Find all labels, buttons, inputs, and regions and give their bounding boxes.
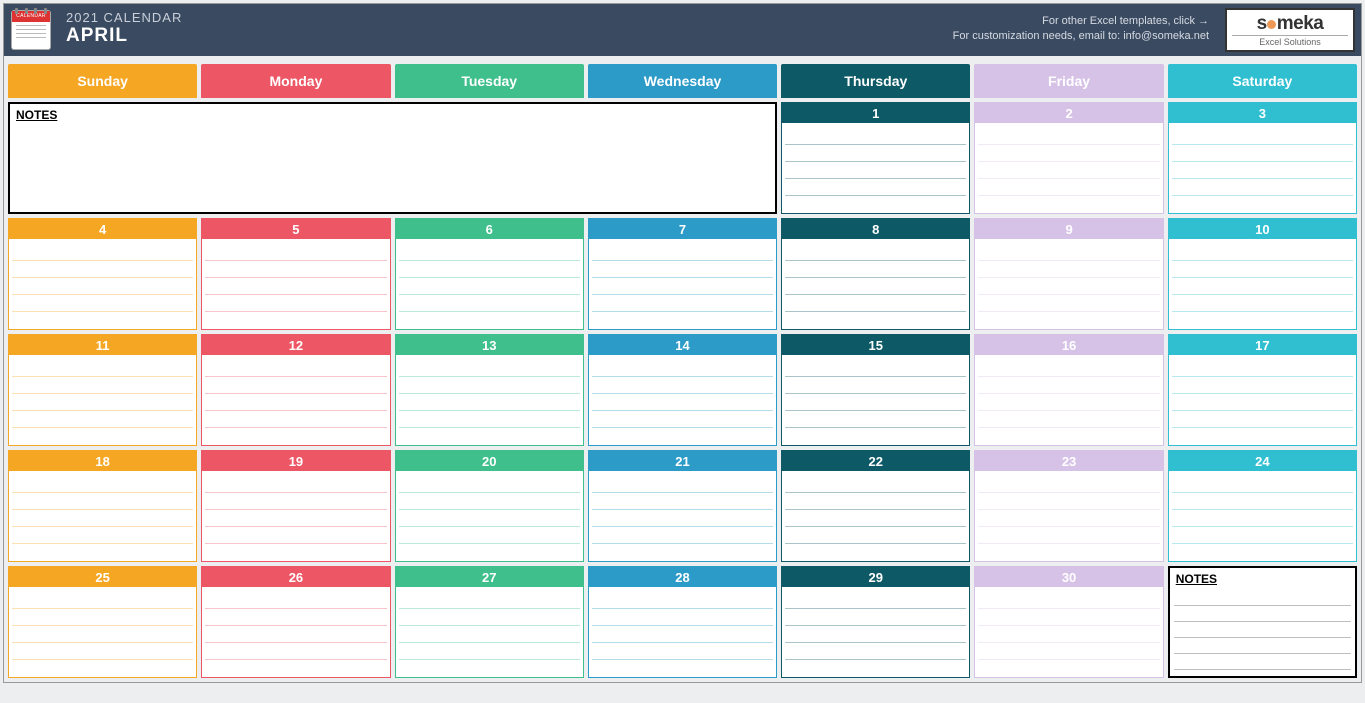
day-number: 4 [9,219,196,239]
calendar-day-24[interactable]: 24 [1168,450,1357,562]
logo-text: smeka [1257,13,1324,34]
calendar-day-12[interactable]: 12 [201,334,390,446]
calendar-day-18[interactable]: 18 [8,450,197,562]
calendar-day-2[interactable]: 2 [974,102,1163,214]
calendar-day-8[interactable]: 8 [781,218,970,330]
calendar-day-21[interactable]: 21 [588,450,777,562]
day-number: 30 [975,567,1162,587]
day-number: 11 [9,335,196,355]
weekday-header-saturday: Saturday [1168,64,1357,98]
templates-link[interactable]: For other Excel templates, click → [953,14,1209,29]
calendar-day-28[interactable]: 28 [588,566,777,678]
notes-area-top[interactable]: NOTES [8,102,777,214]
calendar-day-16[interactable]: 16 [974,334,1163,446]
day-number: 25 [9,567,196,587]
calendar-day-15[interactable]: 15 [781,334,970,446]
weekday-header-friday: Friday [974,64,1163,98]
day-number: 21 [589,451,776,471]
calendar-day-5[interactable]: 5 [201,218,390,330]
day-number: 13 [396,335,583,355]
day-number: 8 [782,219,969,239]
weekday-header-sunday: Sunday [8,64,197,98]
day-number: 10 [1169,219,1356,239]
logo-subtitle: Excel Solutions [1232,35,1348,47]
day-number: 29 [782,567,969,587]
calendar-day-10[interactable]: 10 [1168,218,1357,330]
weekday-header-thursday: Thursday [781,64,970,98]
day-number: 26 [202,567,389,587]
day-number: 6 [396,219,583,239]
day-number: 3 [1169,103,1356,123]
day-number: 2 [975,103,1162,123]
weekday-header-wednesday: Wednesday [588,64,777,98]
calendar-day-23[interactable]: 23 [974,450,1163,562]
calendar-day-27[interactable]: 27 [395,566,584,678]
day-number: 27 [396,567,583,587]
day-number: 17 [1169,335,1356,355]
day-number: 7 [589,219,776,239]
calendar-day-25[interactable]: 25 [8,566,197,678]
calendar-day-13[interactable]: 13 [395,334,584,446]
calendar-day-26[interactable]: 26 [201,566,390,678]
calendar-month-label: APRIL [66,25,182,47]
calendar-day-9[interactable]: 9 [974,218,1163,330]
day-number: 23 [975,451,1162,471]
calendar-day-4[interactable]: 4 [8,218,197,330]
day-number: 20 [396,451,583,471]
calendar-day-1[interactable]: 1 [781,102,970,214]
notes-area-bottom[interactable]: NOTES [1168,566,1357,678]
day-number: 28 [589,567,776,587]
day-number: 16 [975,335,1162,355]
calendar-day-7[interactable]: 7 [588,218,777,330]
calendar-grid: NOTES12345678910111213141516171819202122… [4,98,1361,682]
calendar-day-29[interactable]: 29 [781,566,970,678]
calendar-day-30[interactable]: 30 [974,566,1163,678]
day-number: 24 [1169,451,1356,471]
calendar-day-6[interactable]: 6 [395,218,584,330]
customization-email[interactable]: For customization needs, email to: info@… [953,29,1209,44]
day-number: 12 [202,335,389,355]
someka-logo[interactable]: smeka Excel Solutions [1225,8,1355,52]
calendar-day-22[interactable]: 22 [781,450,970,562]
weekday-header-row: SundayMondayTuesdayWednesdayThursdayFrid… [4,64,1361,98]
header-bar: 2021 CALENDAR APRIL For other Excel temp… [4,4,1361,56]
day-number: 15 [782,335,969,355]
day-number: 18 [9,451,196,471]
calendar-day-3[interactable]: 3 [1168,102,1357,214]
calendar-day-19[interactable]: 19 [201,450,390,562]
day-number: 19 [202,451,389,471]
notes-label: NOTES [10,104,775,126]
day-number: 9 [975,219,1162,239]
calendar-icon [4,4,58,56]
calendar-day-20[interactable]: 20 [395,450,584,562]
calendar-day-17[interactable]: 17 [1168,334,1357,446]
notes-label: NOTES [1170,568,1355,590]
day-number: 22 [782,451,969,471]
weekday-header-monday: Monday [201,64,390,98]
calendar-year-label: 2021 CALENDAR [66,10,182,25]
weekday-header-tuesday: Tuesday [395,64,584,98]
day-number: 5 [202,219,389,239]
title-block: 2021 CALENDAR APRIL [58,4,190,56]
calendar-template: 2021 CALENDAR APRIL For other Excel temp… [3,3,1362,683]
calendar-day-14[interactable]: 14 [588,334,777,446]
day-number: 1 [782,103,969,123]
day-number: 14 [589,335,776,355]
calendar-day-11[interactable]: 11 [8,334,197,446]
header-links[interactable]: For other Excel templates, click → For c… [953,4,1221,56]
